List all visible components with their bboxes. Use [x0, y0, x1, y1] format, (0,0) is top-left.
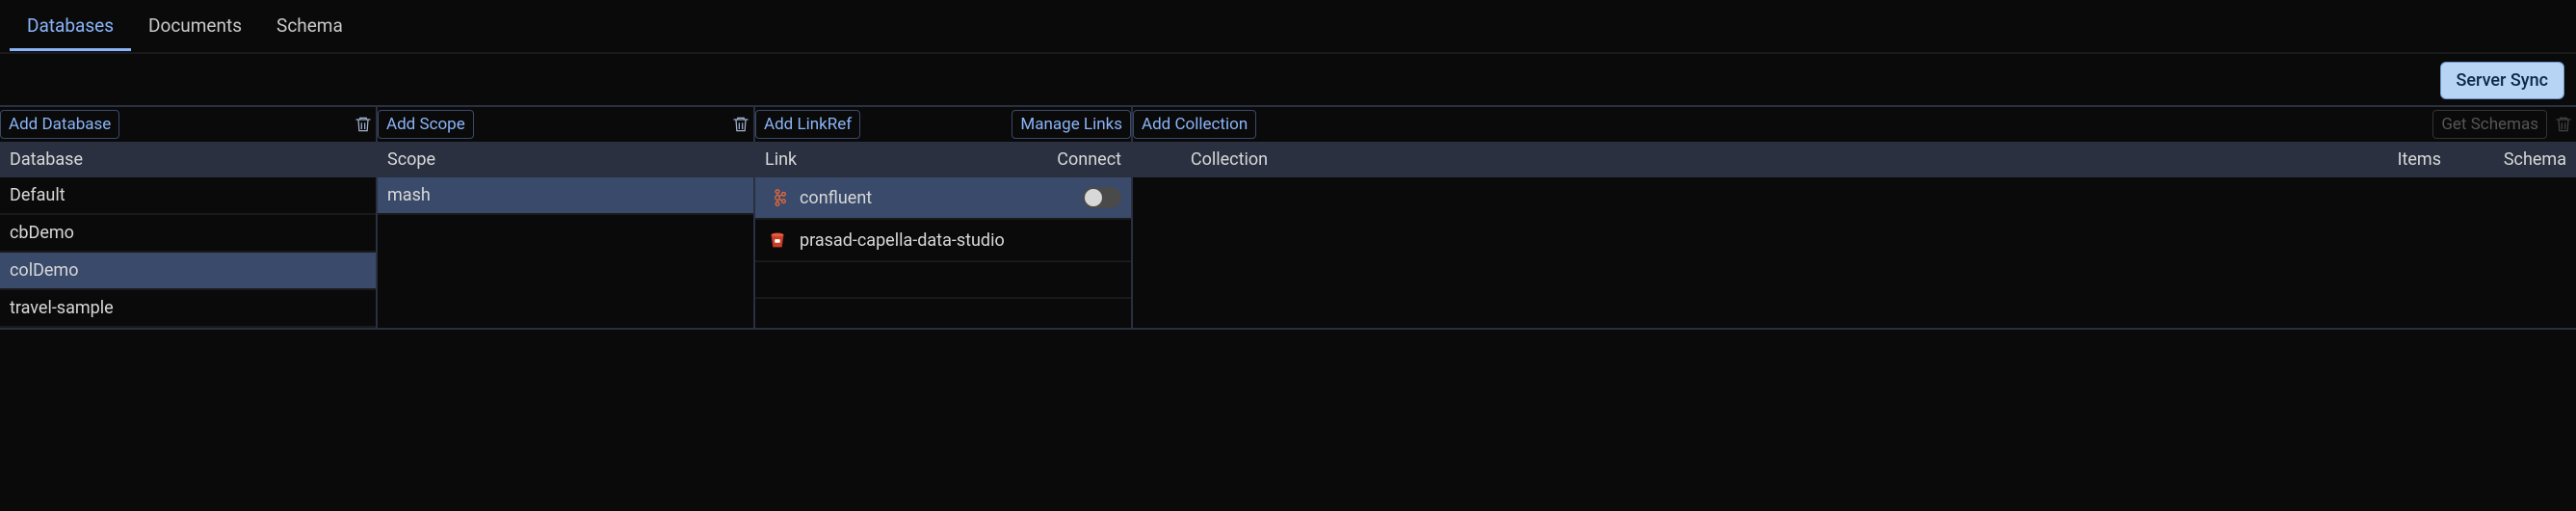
items-header-label: Items	[1316, 149, 2470, 170]
s3-bucket-icon	[765, 228, 790, 253]
add-linkref-button[interactable]: Add LinkRef	[755, 110, 860, 139]
tab-schema[interactable]: Schema	[259, 1, 360, 51]
add-database-button[interactable]: Add Database	[0, 110, 119, 139]
connect-header-label: Connect	[1057, 149, 1121, 170]
database-header: Database	[0, 142, 376, 177]
link-row-label: confluent	[800, 188, 872, 208]
database-header-label: Database	[10, 149, 83, 170]
add-collection-button[interactable]: Add Collection	[1133, 110, 1256, 139]
database-list: Default cbDemo colDemo travel-sample	[0, 177, 376, 328]
database-row-label: Default	[10, 185, 66, 205]
scope-column: Add Scope Scope mash	[378, 107, 755, 328]
database-row-label: cbDemo	[10, 223, 74, 243]
collection-header-label: Collection	[1143, 149, 1316, 170]
database-row[interactable]: cbDemo	[0, 215, 376, 253]
kafka-icon	[765, 185, 790, 210]
database-column: Add Database Database Default cbDemo col…	[0, 107, 378, 328]
delete-database-icon[interactable]	[351, 112, 376, 137]
get-schemas-button: Get Schemas	[2432, 110, 2547, 139]
scope-header: Scope	[378, 142, 753, 177]
collection-header: Collection Items Schema	[1133, 142, 2576, 177]
scope-row-label: mash	[387, 185, 431, 205]
database-row[interactable]: Default	[0, 177, 376, 215]
link-row-empty	[755, 262, 1131, 299]
link-header: Link Connect	[755, 142, 1131, 177]
scope-list: mash	[378, 177, 753, 215]
collection-column: Add Collection Get Schemas Collection It…	[1133, 107, 2576, 328]
database-row-label: colDemo	[10, 260, 78, 281]
link-row[interactable]: confluent	[755, 177, 1131, 220]
link-header-label: Link	[765, 149, 797, 170]
tab-databases[interactable]: Databases	[10, 1, 131, 51]
scope-header-label: Scope	[387, 149, 435, 170]
link-column: Add LinkRef Manage Links Link Connect	[755, 107, 1133, 328]
delete-collection-icon	[2551, 112, 2576, 137]
tab-bar: Databases Documents Schema	[0, 0, 2576, 54]
database-row[interactable]: travel-sample	[0, 290, 376, 328]
connect-toggle[interactable]	[1083, 187, 1121, 208]
add-scope-button[interactable]: Add Scope	[378, 110, 474, 139]
delete-scope-icon[interactable]	[728, 112, 753, 137]
database-row-label: travel-sample	[10, 298, 114, 318]
tab-documents[interactable]: Documents	[131, 1, 259, 51]
link-list: confluent prasad-capella-data-studio	[755, 177, 1131, 299]
link-row-label: prasad-capella-data-studio	[800, 230, 1005, 251]
scope-row[interactable]: mash	[378, 177, 753, 215]
sync-row: Server Sync	[0, 54, 2576, 105]
schema-header-label: Schema	[2470, 149, 2566, 170]
data-browser: Add Database Database Default cbDemo col…	[0, 105, 2576, 330]
server-sync-button[interactable]: Server Sync	[2440, 62, 2564, 99]
database-row[interactable]: colDemo	[0, 253, 376, 290]
link-row[interactable]: prasad-capella-data-studio	[755, 220, 1131, 262]
manage-links-button[interactable]: Manage Links	[1012, 110, 1131, 139]
